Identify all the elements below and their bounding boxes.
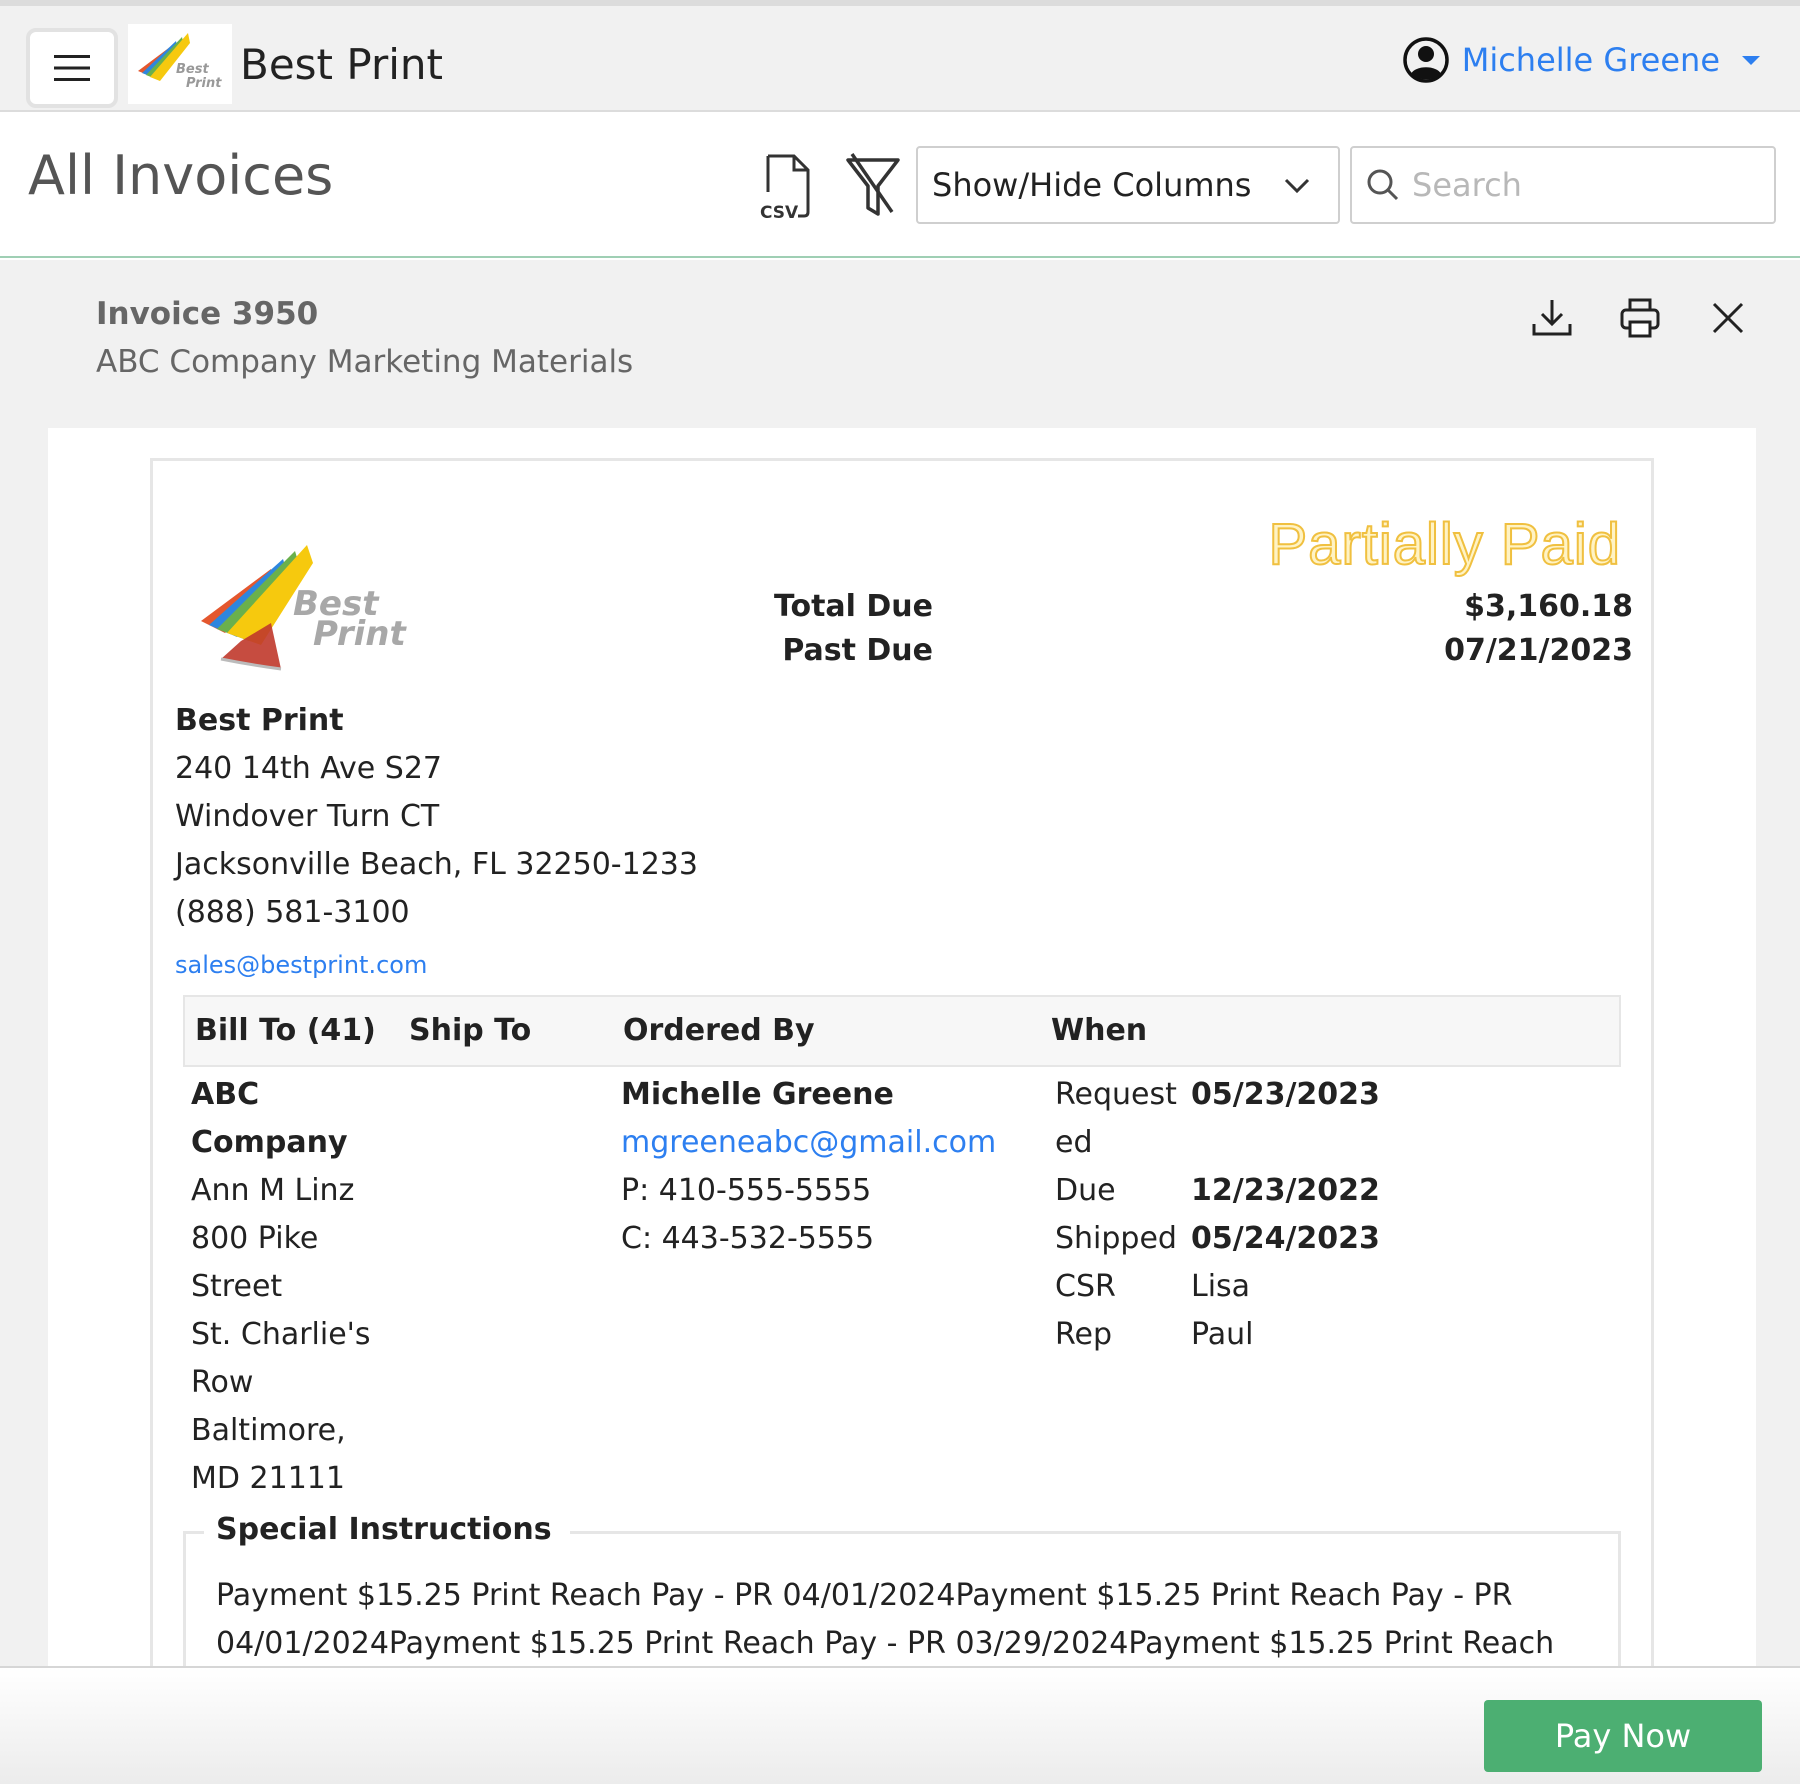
invoice-number: Invoice 3950 bbox=[96, 296, 319, 332]
svg-text:Print: Print bbox=[186, 76, 222, 91]
best-print-logo-icon: Best Print bbox=[201, 545, 408, 671]
bill-to-cell: ABC Company Ann M Linz 800 Pike Street S… bbox=[191, 1071, 371, 1503]
info-table-body: ABC Company Ann M Linz 800 Pike Street S… bbox=[183, 1067, 1621, 1497]
special-instructions-text: Payment $15.25 Print Reach Pay - PR 04/0… bbox=[216, 1578, 1555, 1661]
svg-text:Best: Best bbox=[176, 62, 209, 77]
ordered-by-name: Michelle Greene bbox=[621, 1077, 894, 1112]
company-address-line: Windover Turn CT bbox=[175, 799, 440, 834]
user-name: Michelle Greene bbox=[1461, 41, 1720, 79]
page-header: All Invoices CSV Show/Hide Columns bbox=[0, 112, 1800, 258]
header-ordered-by: Ordered By bbox=[623, 1013, 815, 1048]
company-address-line: Jacksonville Beach, FL 32250-1233 bbox=[175, 847, 698, 882]
search-box[interactable] bbox=[1350, 146, 1776, 224]
hamburger-icon bbox=[54, 55, 90, 81]
bill-to-line: Ann M Linz bbox=[191, 1173, 355, 1208]
when-spacer bbox=[1191, 1119, 1380, 1167]
ordered-by-cell-phone: C: 443-532-5555 bbox=[621, 1221, 875, 1256]
brand-logo[interactable]: Best Print bbox=[128, 24, 232, 104]
status-stamp: Partially Paid bbox=[1268, 511, 1621, 578]
when-label: Shipped bbox=[1055, 1221, 1177, 1256]
when-labels: Request ed Due Shipped CSR Rep bbox=[1055, 1071, 1177, 1359]
company-address-line: 240 14th Ave S27 bbox=[175, 751, 443, 786]
bill-to-name: ABC bbox=[191, 1077, 260, 1112]
show-hide-columns-select[interactable]: Show/Hide Columns bbox=[916, 146, 1340, 224]
company-info: Best Print 240 14th Ave S27 Windover Tur… bbox=[175, 697, 698, 989]
header-ship-to: Ship To bbox=[409, 1013, 532, 1048]
bill-to-line: Row bbox=[191, 1365, 254, 1400]
csr-name: Lisa bbox=[1191, 1269, 1251, 1304]
top-navbar: Best Print Best Print Michelle Greene bbox=[0, 0, 1800, 112]
download-icon bbox=[1532, 300, 1572, 336]
printer-icon bbox=[1620, 298, 1660, 338]
invoice-document: Partially Paid Best Print Total Due $3,1… bbox=[150, 458, 1654, 1668]
print-button[interactable] bbox=[1618, 296, 1662, 340]
download-button[interactable] bbox=[1530, 296, 1574, 340]
bill-to-line: St. Charlie's bbox=[191, 1317, 371, 1352]
footer-bar: Pay Now bbox=[0, 1666, 1800, 1784]
header-bill-to: Bill To (41) bbox=[195, 1013, 376, 1048]
bill-to-line: 800 Pike bbox=[191, 1221, 319, 1256]
ordered-by-phone: P: 410-555-5555 bbox=[621, 1173, 872, 1208]
info-table-header: Bill To (41) Ship To Ordered By When bbox=[183, 995, 1621, 1067]
when-label: CSR bbox=[1055, 1269, 1116, 1304]
when-label: Rep bbox=[1055, 1317, 1112, 1352]
csv-file-icon: CSV bbox=[760, 154, 810, 223]
total-due-label: Total Due bbox=[773, 589, 933, 624]
past-due-row: Past Due 07/21/2023 bbox=[773, 633, 1633, 677]
invoice-description: ABC Company Marketing Materials bbox=[96, 344, 634, 380]
user-avatar-icon bbox=[1402, 37, 1449, 83]
company-name: Best Print bbox=[175, 703, 344, 738]
svg-text:CSV: CSV bbox=[760, 203, 799, 223]
requested-date: 05/23/2023 bbox=[1191, 1077, 1380, 1112]
pay-now-button[interactable]: Pay Now bbox=[1484, 1700, 1762, 1772]
hamburger-menu-button[interactable] bbox=[26, 28, 118, 108]
svg-text:Print: Print bbox=[313, 614, 408, 654]
caret-down-icon bbox=[1742, 55, 1760, 65]
chevron-down-icon bbox=[1284, 178, 1310, 194]
past-due-value: 07/21/2023 bbox=[1444, 633, 1633, 668]
special-instructions: Special Instructions Payment $15.25 Prin… bbox=[183, 1512, 1621, 1668]
bill-to-line: Street bbox=[191, 1269, 283, 1304]
invoice-totals: Total Due $3,160.18 Past Due 07/21/2023 bbox=[773, 589, 1633, 677]
close-button[interactable] bbox=[1706, 296, 1750, 340]
user-menu-dropdown[interactable]: Michelle Greene bbox=[1402, 36, 1760, 84]
total-due-value: $3,160.18 bbox=[1464, 589, 1633, 624]
shipped-date: 05/24/2023 bbox=[1191, 1221, 1380, 1256]
bill-to-line: MD 21111 bbox=[191, 1461, 345, 1496]
when-label: Due bbox=[1055, 1173, 1116, 1208]
app-name: Best Print bbox=[240, 40, 443, 89]
export-csv-button[interactable]: CSV bbox=[754, 152, 816, 224]
search-input[interactable] bbox=[1412, 166, 1752, 204]
clear-filter-button[interactable] bbox=[842, 152, 904, 222]
invoice-info-table: Bill To (41) Ship To Ordered By When ABC… bbox=[183, 995, 1621, 1497]
when-label: ed bbox=[1055, 1125, 1093, 1160]
show-hide-columns-label: Show/Hide Columns bbox=[932, 166, 1252, 204]
filter-off-icon bbox=[846, 153, 900, 216]
page-title: All Invoices bbox=[28, 144, 334, 207]
header-when: When bbox=[1051, 1013, 1148, 1048]
total-due-row: Total Due $3,160.18 bbox=[773, 589, 1633, 633]
special-instructions-title: Special Instructions bbox=[204, 1512, 570, 1547]
ordered-by-cell: Michelle Greene mgreeneabc@gmail.com P: … bbox=[621, 1071, 996, 1263]
ordered-by-email-link[interactable]: mgreeneabc@gmail.com bbox=[621, 1119, 996, 1167]
close-icon bbox=[1712, 302, 1744, 334]
when-label: Request bbox=[1055, 1077, 1177, 1112]
invoice-panel: Invoice 3950 ABC Company Marketing Mater… bbox=[0, 260, 1800, 1668]
rep-name: Paul bbox=[1191, 1317, 1254, 1352]
past-due-label: Past Due bbox=[782, 633, 933, 668]
due-date: 12/23/2022 bbox=[1191, 1173, 1380, 1208]
search-icon bbox=[1367, 169, 1399, 201]
when-values: 05/23/2023 12/23/2022 05/24/2023 Lisa Pa… bbox=[1191, 1071, 1380, 1359]
bill-to-name: Company bbox=[191, 1125, 348, 1160]
best-print-logo-icon: Best Print bbox=[138, 33, 222, 91]
company-phone: (888) 581-3100 bbox=[175, 895, 410, 930]
bill-to-line: Baltimore, bbox=[191, 1413, 346, 1448]
invoice-document-area: Partially Paid Best Print Total Due $3,1… bbox=[48, 428, 1756, 1668]
company-email-link[interactable]: sales@bestprint.com bbox=[175, 941, 698, 989]
